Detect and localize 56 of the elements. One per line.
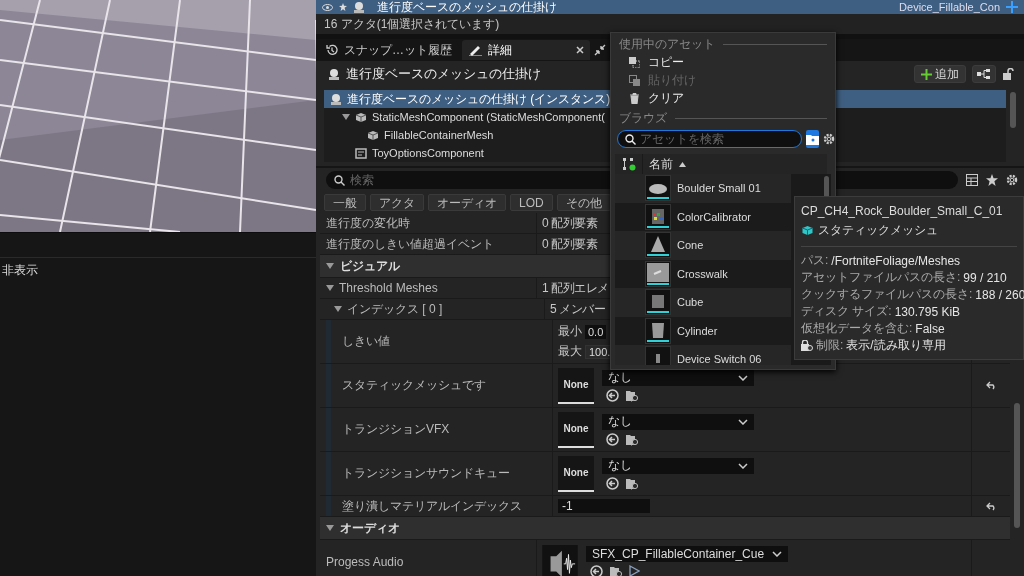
tab-label: 詳細 [488, 41, 512, 59]
dropdown-value: なし [608, 369, 632, 386]
detail-label: ディスク サイズ: [801, 303, 892, 320]
property-value: 0 配列要素 [542, 235, 597, 253]
min-label: 最小 [558, 323, 582, 340]
property-name: 進行度の変化時 [326, 214, 410, 232]
asset-name: Cylinder [677, 324, 718, 337]
detail-value: /FortniteFoliage/Meshes [831, 253, 961, 268]
dropdown-value: SFX_CP_FillableContainer_Cue [592, 546, 765, 561]
detail-value: 99 / 210 [963, 270, 1007, 285]
dropdown-value: なし [608, 413, 632, 430]
actor-name: 進行度ベースのメッシュの仕掛け [377, 0, 557, 14]
detail-label: クックするファイルパスの長さ: [801, 286, 973, 303]
component-label: 進行度ベースのメッシュの仕掛け (インスタンス) [347, 90, 611, 108]
component-label: ToyOptionsComponent [372, 147, 484, 159]
property-name: トランジションVFX [342, 421, 450, 438]
asset-type: スタティックメッシュ [818, 222, 938, 239]
section-label: 使用中のアセット [619, 36, 715, 53]
detail-label: 仮想化データを含む: [801, 320, 913, 337]
detail-value: 130.795 KiB [894, 304, 961, 319]
detail-label: パス: [801, 252, 829, 269]
property-name: 進行度のしきい値超過イベント [326, 235, 494, 253]
category-label: オーディオ [340, 519, 400, 537]
property-value: 5 メンバー [550, 300, 605, 318]
tab-label: スナップ…ット履歴 [344, 41, 452, 59]
property-name: トランジションサウンドキュー [342, 465, 510, 482]
asset-name: Device Switch 06 [677, 353, 762, 365]
detail-value: 188 / 260 [975, 287, 1024, 302]
component-label: StaticMeshComponent (StaticMeshComponent( [372, 111, 605, 123]
component-label: FillableContainerMesh [384, 129, 494, 141]
property-name: スタティックメッシュです [342, 377, 486, 394]
actor-count: 16 アクタ(1個選択されています) [324, 15, 500, 33]
property-name: しきい値 [342, 333, 390, 350]
category-label: ビジュアル [340, 257, 400, 275]
property-value: 0 配列要素 [542, 214, 597, 232]
asset-name: Boulder Small 01 [677, 182, 761, 195]
actor-title: 進行度ベースのメッシュの仕掛け [346, 65, 541, 83]
hidden-label: 非表示 [2, 263, 38, 277]
detail-label: アセットファイルパスの長さ: [801, 269, 961, 286]
property-name: 塗り潰しマテリアルインデックス [342, 497, 522, 515]
asset-name: Cone [677, 239, 704, 252]
property-name: Threshold Meshes [339, 281, 438, 295]
property-name: インデックス [ 0 ] [347, 300, 443, 318]
asset-name: Crosswalk [677, 267, 728, 280]
asset-name: ColorCalibrator [677, 210, 751, 223]
tooltip-title: CP_CH4_Rock_Boulder_Small_C_01 [801, 204, 1004, 218]
section-label: ブラウズ [619, 110, 667, 127]
dropdown-value: なし [608, 457, 632, 474]
asset-name: Cube [677, 296, 704, 309]
detail-value: False [915, 321, 945, 336]
property-name: Progess Audio [326, 554, 404, 569]
detail-label: 制限: [816, 337, 844, 354]
property-value: 1 配列エレメ [542, 279, 609, 297]
detail-value: 表示/読み取り専用 [846, 337, 946, 354]
max-label: 最大 [558, 343, 582, 360]
actor-type: Device_Fillable_Con [899, 1, 1000, 13]
